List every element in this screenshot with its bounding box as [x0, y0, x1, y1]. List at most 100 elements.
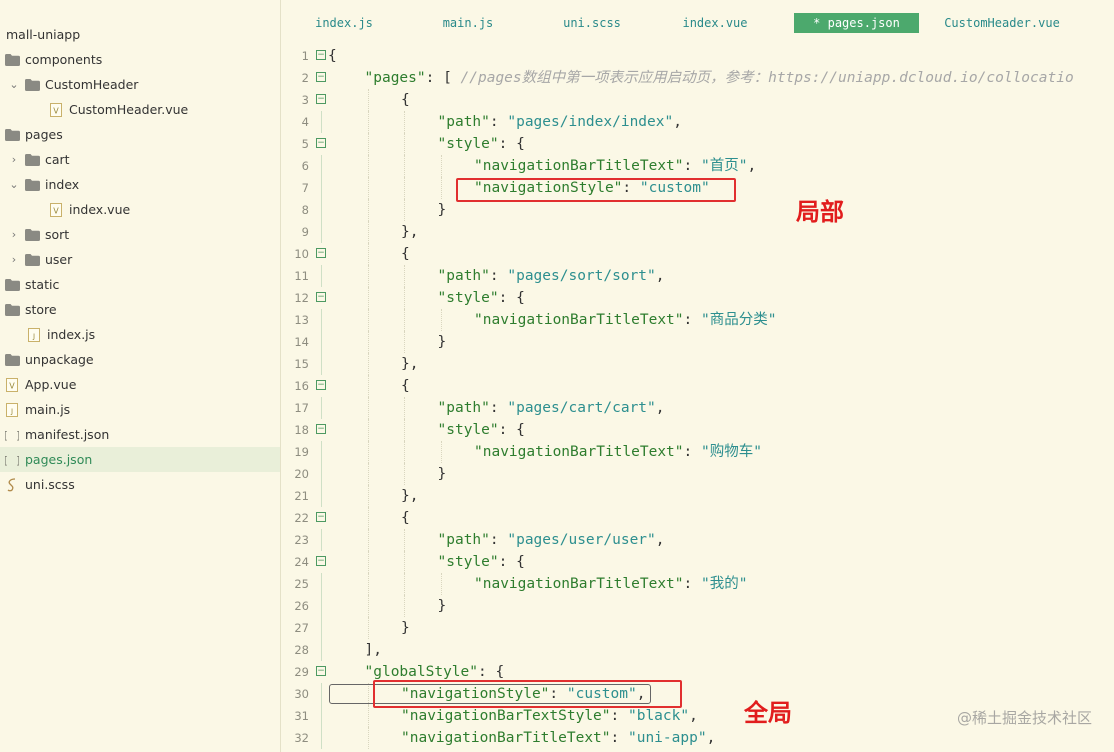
project-title[interactable]: mall-uniapp — [6, 27, 80, 42]
code-text: } — [438, 596, 447, 616]
code-line[interactable]: 32 "navigationBarTitleText": "uni-app", — [281, 727, 1114, 749]
tree-item-label: unpackage — [25, 352, 94, 367]
fold-guide — [321, 485, 322, 507]
fold-toggle-icon[interactable]: − — [316, 556, 326, 566]
code-line[interactable]: 21}, — [281, 485, 1114, 507]
code-text: "style": { — [438, 288, 525, 308]
code-line[interactable]: 26} — [281, 595, 1114, 617]
tree-item-customheader[interactable]: ⌄ CustomHeader — [0, 72, 280, 97]
code-line[interactable]: 12− "style": { — [281, 287, 1114, 309]
code-line[interactable]: 10− { — [281, 243, 1114, 265]
fold-toggle-icon[interactable]: − — [316, 138, 326, 148]
fold-toggle-icon[interactable]: − — [316, 380, 326, 390]
fold-guide — [321, 309, 322, 331]
tree-item-cart[interactable]: › cart — [0, 147, 280, 172]
tree-item-main-js[interactable]: Jmain.js — [0, 397, 280, 422]
chevron-right-icon[interactable]: › — [8, 228, 20, 241]
code-editor[interactable]: 1−{2− "pages": [ //pages数组中第一项表示应用启动页，参考：… — [281, 44, 1114, 752]
code-line[interactable]: 27} — [281, 617, 1114, 639]
code-line[interactable]: 4 "path": "pages/index/index", — [281, 111, 1114, 133]
code-line[interactable]: 23 "path": "pages/user/user", — [281, 529, 1114, 551]
tab-uni-scss[interactable]: uni.scss — [548, 13, 636, 33]
tree-item-app-vue[interactable]: V App.vue — [0, 372, 280, 397]
code-line[interactable]: 8} — [281, 199, 1114, 221]
chevron-right-icon[interactable]: › — [8, 153, 20, 166]
code-token-punc: : { — [498, 136, 525, 152]
tree-item-pages[interactable]: pages — [0, 122, 280, 147]
code-line[interactable]: 6 "navigationBarTitleText": "首页", — [281, 155, 1114, 177]
indent-guide — [404, 573, 405, 595]
tree-item-components[interactable]: components — [0, 47, 280, 72]
code-token-punc: }, — [401, 356, 419, 372]
tree-item-index-js[interactable]: Jindex.js — [0, 322, 280, 347]
code-text: "navigationBarTitleText": "我的" — [474, 574, 747, 594]
tab-pages-json[interactable]: * pages.json — [794, 13, 919, 33]
code-line[interactable]: 3− { — [281, 89, 1114, 111]
code-line[interactable]: 14} — [281, 331, 1114, 353]
indent-guide — [367, 177, 369, 199]
code-line[interactable]: 19 "navigationBarTitleText": "购物车" — [281, 441, 1114, 463]
fold-toggle-icon[interactable]: − — [316, 424, 326, 434]
line-number: 24 — [294, 555, 309, 569]
code-token-key: "path" — [437, 532, 490, 548]
indent-guide — [404, 265, 405, 287]
tree-item-user[interactable]: › user — [0, 247, 280, 272]
code-token-punc: }, — [401, 224, 419, 240]
code-line[interactable]: 1−{ — [281, 45, 1114, 67]
code-token-key: "navigationBarTitleText" — [474, 576, 684, 592]
code-text: }, — [401, 486, 418, 506]
code-text: { — [401, 508, 410, 528]
code-line[interactable]: 28], — [281, 639, 1114, 661]
code-line[interactable]: 20} — [281, 463, 1114, 485]
fold-guide — [321, 463, 322, 485]
code-line[interactable]: 24− "style": { — [281, 551, 1114, 573]
fold-toggle-icon[interactable]: − — [316, 666, 326, 676]
tree-item-static[interactable]: static — [0, 272, 280, 297]
code-token-str: "pages/sort/sort" — [507, 268, 656, 284]
indent-guide — [367, 287, 369, 309]
tab-index-vue[interactable]: index.vue — [670, 13, 760, 33]
tree-item-uni-scss[interactable]: uni.scss — [0, 472, 280, 497]
indent-guide — [367, 485, 369, 507]
code-line[interactable]: 5− "style": { — [281, 133, 1114, 155]
watermark: @稀土掘金技术社区 — [956, 709, 1092, 727]
chevron-right-icon[interactable]: › — [8, 253, 20, 266]
code-text: } — [401, 618, 410, 638]
tree-item-pages-json[interactable]: [ ] pages.json — [0, 447, 280, 472]
code-line[interactable]: 13 "navigationBarTitleText": "商品分类" — [281, 309, 1114, 331]
code-line[interactable]: 9}, — [281, 221, 1114, 243]
tree-item-store[interactable]: store — [0, 297, 280, 322]
fold-toggle-icon[interactable]: − — [316, 94, 326, 104]
code-line[interactable]: 22− { — [281, 507, 1114, 529]
tree-item-customheader-vue[interactable]: V CustomHeader.vue — [0, 97, 280, 122]
fold-toggle-icon[interactable]: − — [316, 248, 326, 258]
code-text: }, — [401, 354, 418, 374]
code-line[interactable]: 17 "path": "pages/cart/cart", — [281, 397, 1114, 419]
fold-toggle-icon[interactable]: − — [316, 72, 326, 82]
fold-toggle-icon[interactable]: − — [316, 512, 326, 522]
line-number: 32 — [294, 731, 309, 745]
fold-guide — [321, 353, 322, 375]
fold-toggle-icon[interactable]: − — [316, 292, 326, 302]
code-line[interactable]: 15}, — [281, 353, 1114, 375]
code-token-punc: : { — [498, 554, 525, 570]
tree-item-index[interactable]: ⌄ index — [0, 172, 280, 197]
tab-customheader-vue[interactable]: CustomHeader.vue — [936, 13, 1068, 33]
tree-item-index-vue[interactable]: Vindex.vue — [0, 197, 280, 222]
tab-main-js[interactable]: main.js — [427, 13, 509, 33]
tree-item-unpackage[interactable]: unpackage — [0, 347, 280, 372]
tree-item-label: store — [25, 302, 57, 317]
chevron-down-icon[interactable]: ⌄ — [8, 78, 20, 91]
fold-guide — [321, 573, 322, 595]
code-line[interactable]: 2− "pages": [ //pages数组中第一项表示应用启动页，参考：htt… — [281, 67, 1114, 89]
code-line[interactable]: 18− "style": { — [281, 419, 1114, 441]
tree-item-sort[interactable]: › sort — [0, 222, 280, 247]
chevron-down-icon[interactable]: ⌄ — [8, 178, 20, 191]
code-line[interactable]: 11 "path": "pages/sort/sort", — [281, 265, 1114, 287]
indent-guide — [404, 463, 405, 485]
code-line[interactable]: 16− { — [281, 375, 1114, 397]
code-line[interactable]: 25 "navigationBarTitleText": "我的" — [281, 573, 1114, 595]
tab-index-js[interactable]: index.js — [301, 13, 387, 33]
tree-item-manifest-json[interactable]: [ ] manifest.json — [0, 422, 280, 447]
fold-toggle-icon[interactable]: − — [316, 50, 326, 60]
